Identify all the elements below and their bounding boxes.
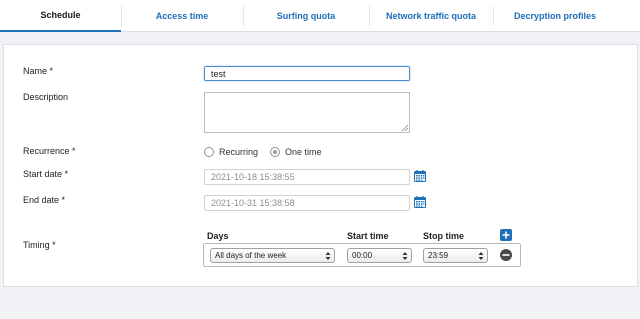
select-arrows-icon bbox=[402, 252, 408, 260]
start-date-label: Start date * bbox=[23, 169, 69, 179]
one-time-radio-label[interactable]: One time bbox=[285, 147, 322, 157]
one-time-radio[interactable] bbox=[270, 147, 280, 157]
start-time-select-value: 00:00 bbox=[352, 251, 373, 260]
add-timing-row-button[interactable] bbox=[500, 229, 512, 241]
timing-label: Timing * bbox=[23, 240, 56, 250]
days-column-header: Days bbox=[207, 231, 229, 241]
end-date-input[interactable] bbox=[204, 195, 410, 211]
select-arrows-icon bbox=[325, 252, 331, 260]
tab-decryption-profiles[interactable]: Decryption profiles bbox=[493, 0, 617, 31]
recurrence-label: Recurrence * bbox=[23, 146, 76, 156]
description-textarea[interactable] bbox=[204, 92, 410, 133]
calendar-icon[interactable] bbox=[414, 196, 426, 208]
remove-timing-row-button[interactable] bbox=[500, 249, 512, 261]
tab-access-time[interactable]: Access time bbox=[121, 0, 243, 31]
stop-time-select-value: 23:59 bbox=[428, 251, 449, 260]
tab-network-traffic-quota[interactable]: Network traffic quota bbox=[369, 0, 493, 31]
end-date-label: End date * bbox=[23, 195, 66, 205]
days-select-value: All days of the week bbox=[215, 251, 287, 260]
name-label: Name * bbox=[23, 66, 54, 76]
description-label: Description bbox=[23, 92, 69, 102]
tab-surfing-quota[interactable]: Surfing quota bbox=[243, 0, 369, 31]
resize-grip-icon[interactable] bbox=[401, 124, 408, 131]
tab-schedule[interactable]: Schedule bbox=[0, 0, 121, 32]
stop-time-column-header: Stop time bbox=[423, 231, 465, 241]
start-time-column-header: Start time bbox=[347, 231, 389, 241]
tab-bar: Schedule Access time Surfing quota Netwo… bbox=[0, 0, 640, 32]
start-date-input[interactable] bbox=[204, 169, 410, 185]
recurring-radio-label[interactable]: Recurring bbox=[219, 147, 258, 157]
select-arrows-icon bbox=[478, 252, 484, 260]
days-select[interactable]: All days of the week bbox=[210, 248, 335, 263]
recurring-radio[interactable] bbox=[204, 147, 214, 157]
start-time-select[interactable]: 00:00 bbox=[347, 248, 412, 263]
name-input[interactable] bbox=[204, 66, 410, 81]
stop-time-select[interactable]: 23:59 bbox=[423, 248, 488, 263]
calendar-icon[interactable] bbox=[414, 170, 426, 182]
